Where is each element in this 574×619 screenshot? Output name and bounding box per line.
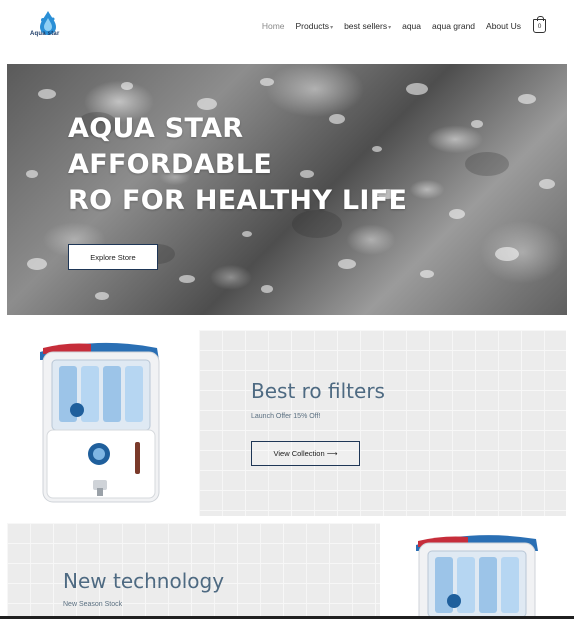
hero-title: AQUA STAR AFFORDABLE RO FOR HEALTHY LIFE	[68, 111, 407, 219]
product-image-ro-purifier[interactable]	[7, 330, 191, 516]
promo-new-technology: New technology New Season Stock	[7, 523, 380, 619]
promo-title: New technology	[63, 569, 225, 593]
chevron-down-icon: ▾	[388, 25, 392, 31]
hero-title-line: AFFORDABLE	[68, 149, 273, 180]
nav-item-home[interactable]: Home	[262, 21, 285, 31]
nav-item-about-us[interactable]: About Us	[486, 21, 521, 31]
nav-item-label: About Us	[486, 21, 521, 31]
product-image-ro-purifier-2[interactable]	[388, 523, 567, 619]
brick-wall-background	[199, 330, 566, 516]
ro-purifier-image	[416, 535, 538, 619]
cart-count: 0	[537, 22, 542, 30]
nav-item-products[interactable]: Products▾	[296, 21, 334, 31]
site-header: Aqua star Home Products▾ best sellers▾ a…	[0, 0, 574, 56]
promo-subtitle: New Season Stock	[63, 601, 123, 608]
ro-purifier-image	[40, 342, 160, 503]
shopping-bag-icon[interactable]: 0	[533, 16, 546, 33]
nav-item-aqua-grand[interactable]: aqua grand	[432, 21, 475, 31]
nav-item-label: Products	[295, 21, 330, 31]
nav-item-label: aqua	[402, 21, 422, 31]
promo-subtitle: Launch Offer 15% Off!	[251, 413, 321, 420]
nav-item-label: best sellers	[344, 21, 388, 31]
brand-logo[interactable]	[28, 9, 68, 43]
hero-banner: AQUA STAR AFFORDABLE RO FOR HEALTHY LIFE…	[7, 64, 567, 315]
chevron-down-icon: ▾	[330, 25, 334, 31]
brand-name: Aqua star	[30, 31, 60, 37]
nav-item-label: aqua grand	[432, 21, 476, 31]
hero-title-line: RO FOR HEALTHY LIFE	[68, 185, 408, 216]
nav-item-aqua[interactable]: aqua	[402, 21, 421, 31]
main-nav: Home Products▾ best sellers▾ aqua aqua g…	[251, 16, 546, 33]
promo-best-ro-filters: Best ro filters Launch Offer 15% Off! Vi…	[199, 330, 566, 516]
hero-title-line: AQUA STAR	[68, 113, 244, 144]
promo-title: Best ro filters	[251, 379, 385, 403]
nav-item-best-sellers[interactable]: best sellers▾	[344, 21, 391, 31]
explore-store-button[interactable]: Explore Store	[68, 244, 158, 270]
nav-item-label: Home	[261, 21, 285, 31]
view-collection-button[interactable]: View Collection ⟶	[251, 441, 360, 466]
